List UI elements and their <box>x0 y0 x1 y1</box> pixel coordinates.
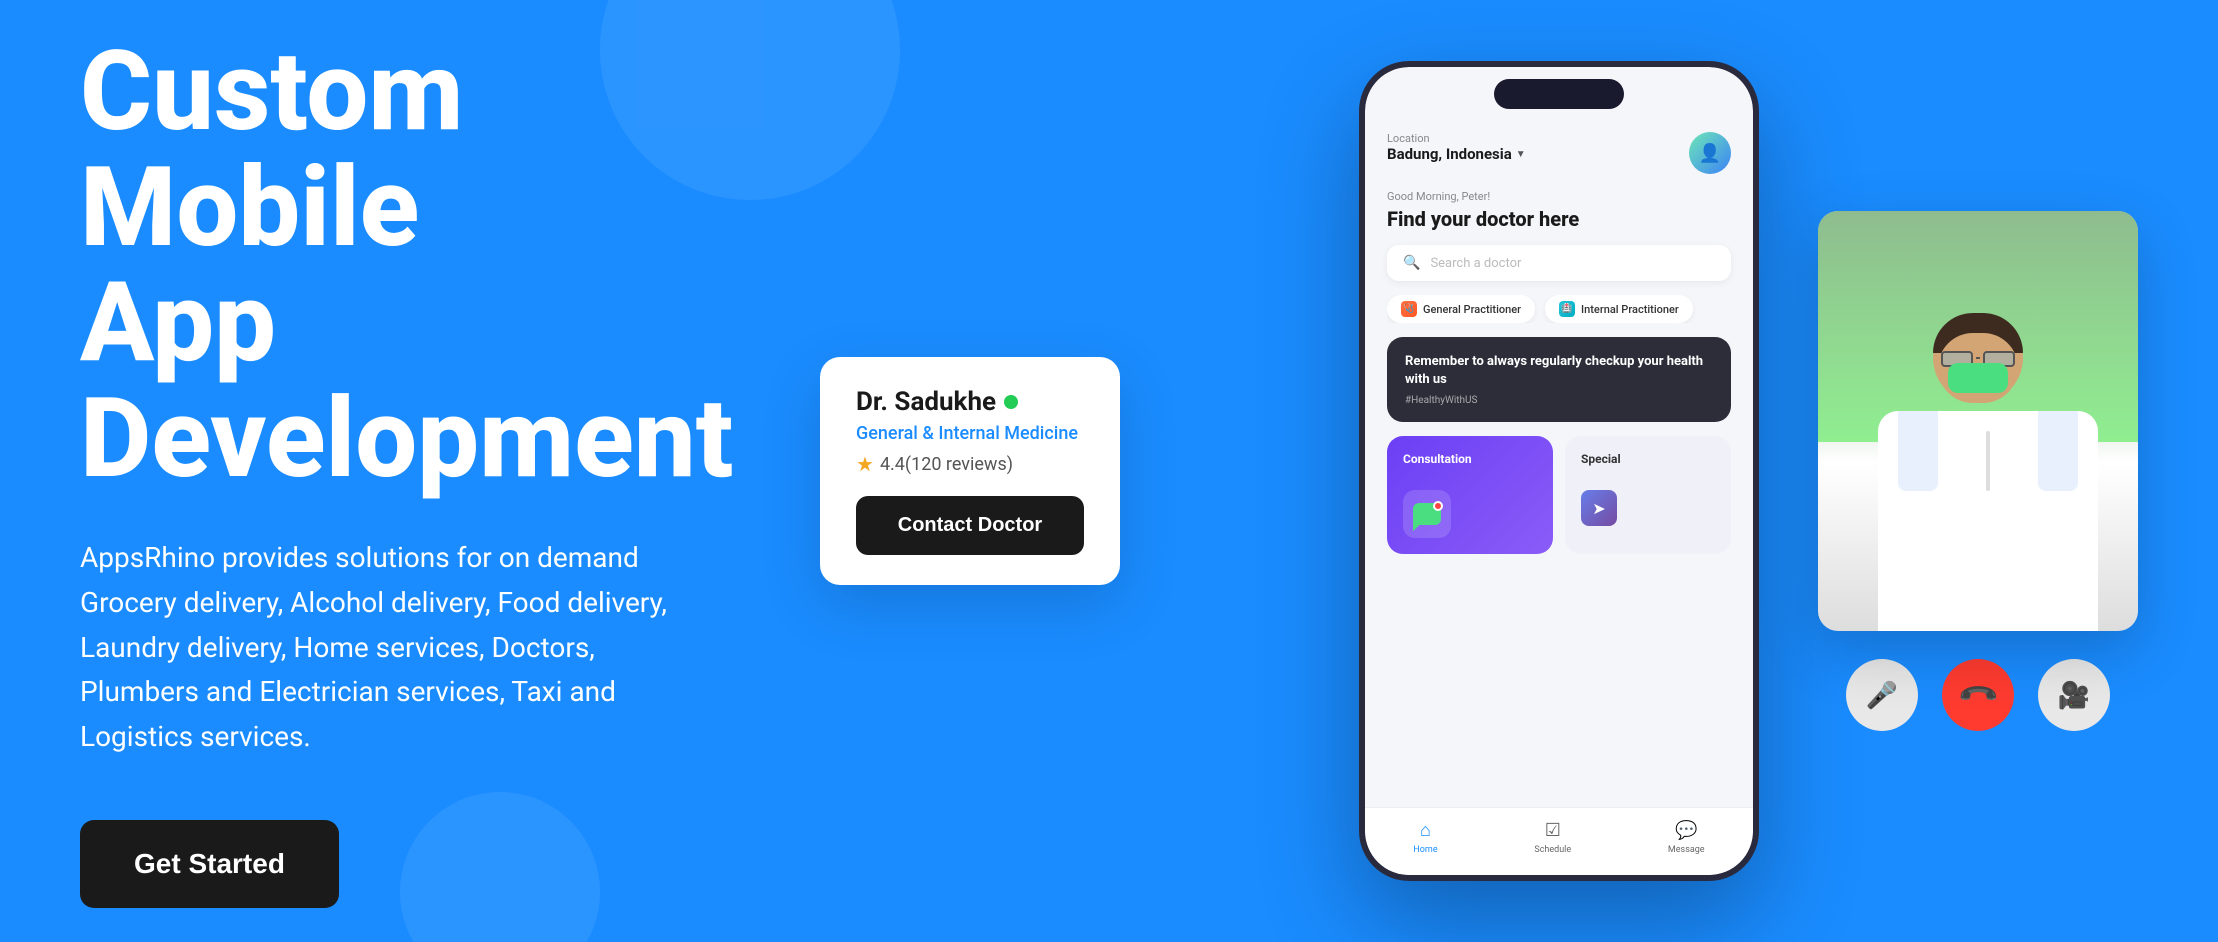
special-arrow-icon: ➤ <box>1581 490 1617 526</box>
mute-button[interactable]: 🎤 <box>1846 659 1918 731</box>
location-block: Location Badung, Indonesia ▼ <box>1387 132 1526 163</box>
right-content: Dr. Sadukhe General & Internal Medicine … <box>780 60 2138 882</box>
location-label: Location <box>1387 132 1526 145</box>
nav-schedule[interactable]: ☑ Schedule <box>1534 820 1571 855</box>
doctor-body <box>1878 313 2078 631</box>
phone-content: Location Badung, Indonesia ▼ 👤 Good Morn… <box>1365 67 1753 875</box>
chat-bubble-icon <box>1413 503 1441 525</box>
left-content: Custom Mobile App Development AppsRhino … <box>80 34 780 908</box>
mute-icon: 🎤 <box>1866 680 1898 711</box>
doctor-mask <box>1948 363 2008 393</box>
user-avatar[interactable]: 👤 <box>1689 132 1731 174</box>
search-bar[interactable]: 🔍 Search a doctor <box>1387 245 1731 281</box>
consultation-icon <box>1403 490 1451 538</box>
end-call-button[interactable]: 📞 <box>1942 659 2014 731</box>
app-header: Location Badung, Indonesia ▼ 👤 <box>1387 132 1731 174</box>
greeting-text: Good Morning, Peter! <box>1387 190 1731 203</box>
doctor-video <box>1818 211 2138 631</box>
hero-description: AppsRhino provides solutions for on dema… <box>80 536 720 760</box>
online-indicator <box>1004 395 1018 409</box>
pill-internal-practitioner[interactable]: 🏥 Internal Practitioner <box>1545 295 1693 323</box>
gp-icon: 🩺 <box>1401 301 1417 317</box>
health-hashtag: #HealthyWithUS <box>1405 395 1713 406</box>
hero-section: Custom Mobile App Development AppsRhino … <box>0 0 2218 942</box>
doctor-head <box>1933 313 2023 403</box>
doctor-figure <box>1818 211 2138 631</box>
banner-text: Remember to always regularly checkup you… <box>1405 353 1713 389</box>
phone-screen: Location Badung, Indonesia ▼ 👤 Good Morn… <box>1365 67 1753 875</box>
hero-title: Custom Mobile App Development <box>80 34 780 496</box>
special-label: Special <box>1581 452 1715 466</box>
consultation-card[interactable]: Consultation <box>1387 436 1553 554</box>
star-icon: ★ <box>856 452 874 476</box>
special-card[interactable]: Special ➤ <box>1565 436 1731 554</box>
home-icon: ⌂ <box>1420 820 1431 841</box>
phone-mockup: Location Badung, Indonesia ▼ 👤 Good Morn… <box>1359 61 1759 881</box>
category-pills: 🩺 General Practitioner 🏥 Internal Practi… <box>1387 295 1731 323</box>
doctor-name-row: Dr. Sadukhe <box>856 387 1084 417</box>
call-controls: 🎤 📞 🎥 <box>1818 659 2138 731</box>
video-call-panel: 🎤 📞 🎥 <box>1818 211 2138 731</box>
chevron-down-icon: ▼ <box>1516 149 1526 160</box>
nav-message[interactable]: 💬 Message <box>1668 820 1705 855</box>
location-name[interactable]: Badung, Indonesia ▼ <box>1387 145 1526 163</box>
main-heading: Find your doctor here <box>1387 207 1731 231</box>
doctor-rating: ★ 4.4(120 reviews) <box>856 452 1084 476</box>
end-call-icon: 📞 <box>1956 673 2001 718</box>
search-placeholder: Search a doctor <box>1430 256 1521 271</box>
service-cards: Consultation Special ➤ <box>1387 436 1731 554</box>
notification-dot <box>1433 501 1443 511</box>
health-banner: Remember to always regularly checkup you… <box>1387 337 1731 422</box>
schedule-icon: ☑ <box>1545 820 1561 841</box>
pill-general-practitioner[interactable]: 🩺 General Practitioner <box>1387 295 1535 323</box>
contact-doctor-button[interactable]: Contact Doctor <box>856 496 1084 555</box>
bottom-nav: ⌂ Home ☑ Schedule 💬 Message <box>1365 807 1753 875</box>
ip-icon: 🏥 <box>1559 301 1575 317</box>
rating-value: 4.4(120 reviews) <box>880 454 1013 475</box>
consultation-label: Consultation <box>1403 452 1537 466</box>
nav-home[interactable]: ⌂ Home <box>1413 820 1437 855</box>
get-started-button[interactable]: Get Started <box>80 820 339 908</box>
doctor-name: Dr. Sadukhe <box>856 387 996 417</box>
phone-notch <box>1494 79 1624 109</box>
video-button[interactable]: 🎥 <box>2038 659 2110 731</box>
video-icon: 🎥 <box>2058 680 2090 711</box>
search-icon: 🔍 <box>1403 255 1420 271</box>
doctor-card: Dr. Sadukhe General & Internal Medicine … <box>820 357 1120 585</box>
message-icon: 💬 <box>1675 820 1697 841</box>
doctor-specialty: General & Internal Medicine <box>856 423 1084 444</box>
